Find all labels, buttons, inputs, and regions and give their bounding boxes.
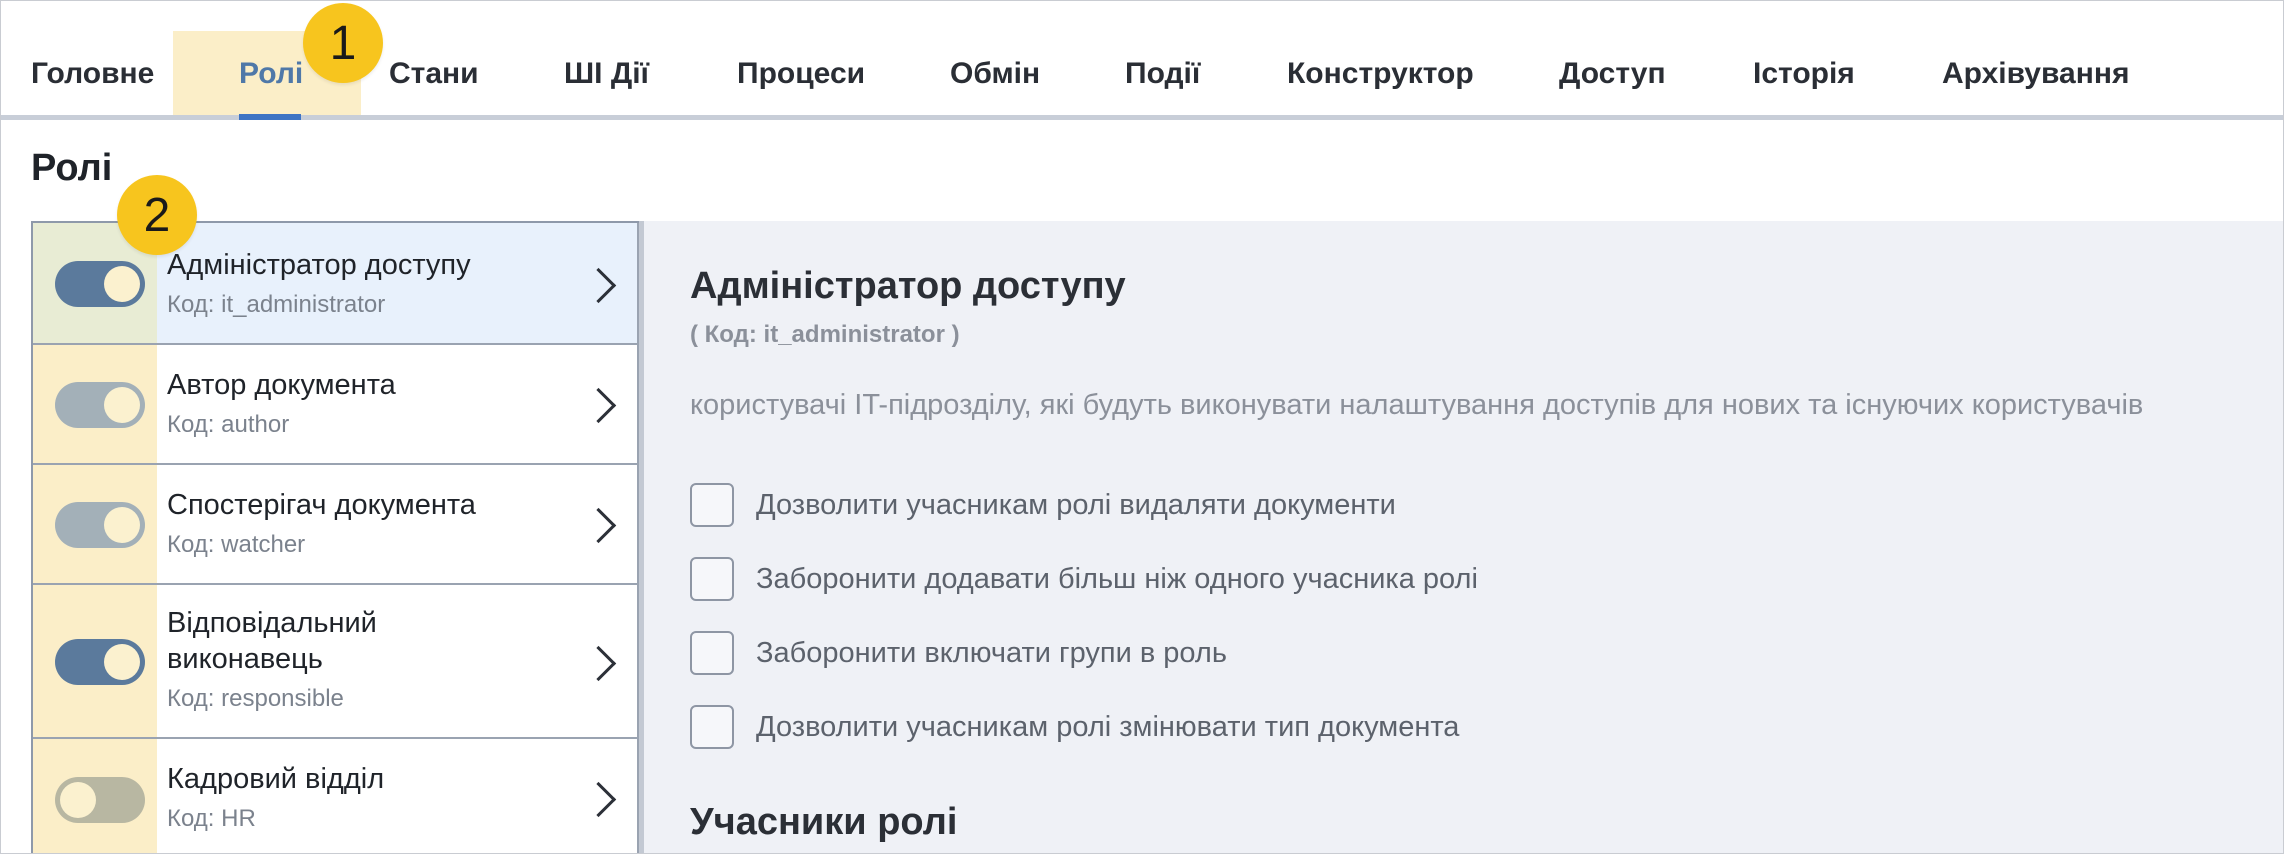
role-detail-code: ( Код: it_administrator ) (690, 321, 960, 348)
step-badge-2: 2 (117, 175, 197, 255)
toggle-knob (104, 387, 140, 423)
chevron-right-icon (580, 387, 617, 424)
option-label: Заборонити додавати більш ніж одного уча… (756, 562, 1478, 595)
checkbox[interactable] (690, 557, 734, 601)
tab-main[interactable]: Головне (31, 57, 154, 91)
role-item-author[interactable]: Автор документа Код: author (33, 345, 639, 465)
checkbox[interactable] (690, 631, 734, 675)
role-toggle-cell (33, 345, 157, 463)
role-item-watcher[interactable]: Спостерігач документа Код: watcher (33, 465, 639, 585)
role-toggle-cell (33, 585, 157, 737)
role-name: Кадровий відділ (167, 763, 385, 795)
role-toggle[interactable] (55, 261, 145, 307)
toggle-knob (60, 782, 96, 818)
role-toggle[interactable] (55, 639, 145, 685)
active-tab-indicator (239, 114, 301, 120)
role-code: Код: responsible (167, 685, 344, 712)
role-name: Автор документа (167, 369, 396, 401)
role-toggle[interactable] (55, 777, 145, 823)
chevron-right-icon (580, 645, 617, 682)
tab-ai-actions[interactable]: ШІ Дії (564, 57, 649, 91)
role-item-hr[interactable]: Кадровий відділ Код: HR (33, 739, 639, 853)
role-name: Адміністратор доступу (167, 249, 471, 281)
role-detail-panel: Адміністратор доступу ( Код: it_administ… (639, 221, 2283, 853)
role-toggle-cell (33, 739, 157, 853)
chevron-right-icon (580, 507, 617, 544)
page-title: Ролі (31, 147, 113, 189)
option-label: Дозволити учасникам ролі змінювати тип д… (756, 710, 1460, 743)
tab-history[interactable]: Історія (1753, 57, 1855, 91)
tab-processes[interactable]: Процеси (737, 57, 865, 91)
option-label: Заборонити включати групи в роль (756, 636, 1227, 669)
role-toggle[interactable] (55, 382, 145, 428)
role-code: Код: HR (167, 805, 256, 832)
option-allow-change-doc-type[interactable]: Дозволити учасникам ролі змінювати тип д… (690, 703, 1459, 751)
checkbox[interactable] (690, 483, 734, 527)
chevron-right-icon (580, 267, 617, 304)
role-toggle-cell (33, 465, 157, 583)
option-allow-delete-documents[interactable]: Дозволити учасникам ролі видаляти докуме… (690, 481, 1396, 529)
tab-states[interactable]: Стани (389, 57, 479, 91)
toggle-knob (104, 644, 140, 680)
role-name: Спостерігач документа (167, 489, 476, 521)
option-label: Дозволити учасникам ролі видаляти докуме… (756, 488, 1396, 521)
roles-list: Адміністратор доступу Код: it_administra… (31, 221, 641, 853)
toggle-knob (104, 507, 140, 543)
tab-roles[interactable]: Ролі (239, 57, 303, 91)
role-toggle[interactable] (55, 502, 145, 548)
role-item-responsible[interactable]: Відповідальний виконавець Код: responsib… (33, 585, 639, 739)
role-code: Код: watcher (167, 531, 306, 558)
tab-archiving[interactable]: Архівування (1942, 57, 2129, 91)
role-item-it-administrator[interactable]: Адміністратор доступу Код: it_administra… (33, 223, 639, 345)
role-code: Код: it_administrator (167, 291, 386, 318)
role-members-title: Учасники ролі (690, 801, 958, 843)
role-name-line-1: Відповідальний (167, 607, 377, 639)
role-detail-title: Адміністратор доступу (690, 265, 1126, 307)
option-forbid-multiple-members[interactable]: Заборонити додавати більш ніж одного уча… (690, 555, 1478, 603)
checkbox[interactable] (690, 705, 734, 749)
chevron-right-icon (580, 781, 617, 818)
toggle-knob (104, 266, 140, 302)
role-code: Код: author (167, 411, 290, 438)
tab-bar-divider (1, 115, 2283, 120)
role-detail-description: користувачі IT-підрозділу, які будуть ви… (690, 389, 2144, 421)
tab-access[interactable]: Доступ (1559, 57, 1666, 91)
role-name-line-2: виконавець (167, 643, 323, 675)
tab-events[interactable]: Події (1125, 57, 1200, 91)
tab-exchange[interactable]: Обмін (950, 57, 1040, 91)
step-badge-1: 1 (303, 3, 383, 83)
tab-constructor[interactable]: Конструктор (1287, 57, 1474, 91)
app-window: Головне Ролі Стани ШІ Дії Процеси Обмін … (0, 0, 2284, 854)
option-forbid-groups[interactable]: Заборонити включати групи в роль (690, 629, 1227, 677)
